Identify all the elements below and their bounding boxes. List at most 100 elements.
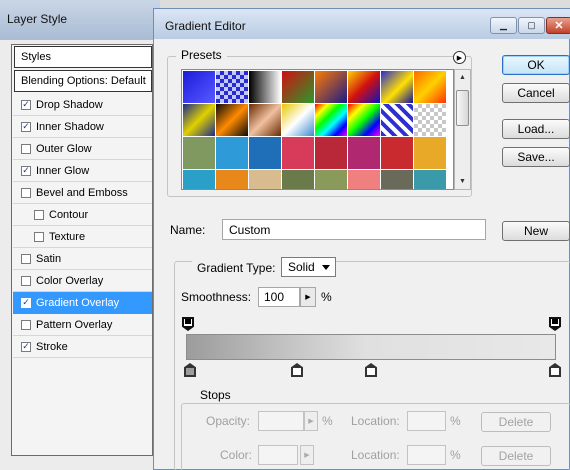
checkbox-checked-icon[interactable]: ✓ [21, 99, 31, 110]
opacity-input[interactable] [258, 411, 304, 431]
preset-swatch[interactable] [249, 170, 281, 189]
style-item-label: Texture [49, 230, 86, 243]
save-button[interactable]: Save... [502, 147, 570, 167]
preset-swatch[interactable] [282, 71, 314, 103]
style-item[interactable]: Satin [13, 248, 152, 270]
preset-swatch[interactable] [249, 71, 281, 103]
color-delete-button[interactable]: Delete [481, 446, 551, 466]
preset-swatch[interactable] [315, 104, 347, 136]
preset-swatch[interactable] [315, 170, 347, 189]
gradient-preview-bar[interactable] [186, 334, 556, 360]
opacity-delete-button[interactable]: Delete [481, 412, 551, 432]
style-item[interactable]: Pattern Overlay [13, 314, 152, 336]
preset-swatch[interactable] [216, 71, 248, 103]
preset-swatch[interactable] [282, 137, 314, 169]
layer-style-titlebar[interactable]: Layer Style [0, 0, 160, 40]
style-item[interactable]: Bevel and Emboss [13, 182, 152, 204]
preset-swatch[interactable] [414, 170, 446, 189]
scroll-thumb[interactable] [456, 90, 469, 126]
preset-swatch[interactable] [216, 104, 248, 136]
presets-scrollbar[interactable]: ▲ ▼ [454, 69, 471, 190]
scroll-up-icon[interactable]: ▲ [455, 70, 470, 85]
name-input[interactable]: Custom [222, 219, 486, 240]
preset-swatch[interactable] [183, 137, 215, 169]
style-item[interactable]: ✓ Drop Shadow [13, 94, 152, 116]
minimize-button[interactable]: ▁ [490, 17, 517, 34]
checkbox-icon[interactable] [21, 143, 31, 154]
preset-swatch[interactable] [282, 170, 314, 189]
opacity-spin[interactable]: ▶ [304, 411, 318, 431]
preset-swatch[interactable] [315, 137, 347, 169]
color-swatch-input[interactable] [258, 445, 298, 465]
opacity-location-input[interactable] [407, 411, 446, 431]
cancel-button[interactable]: Cancel [502, 83, 570, 103]
checkbox-checked-icon[interactable]: ✓ [21, 297, 31, 308]
preset-swatch[interactable] [183, 71, 215, 103]
close-button[interactable]: ✕ [546, 17, 570, 34]
style-item[interactable]: Texture [13, 226, 152, 248]
preset-swatch[interactable] [348, 170, 380, 189]
opacity-location-percent: % [450, 414, 461, 428]
cancel-label: Cancel [517, 86, 555, 100]
opacity-delete-label: Delete [498, 415, 534, 429]
scroll-down-icon[interactable]: ▼ [455, 174, 470, 189]
smoothness-input[interactable]: 100 [258, 287, 300, 307]
preset-swatch[interactable] [183, 104, 215, 136]
preset-swatch[interactable] [381, 104, 413, 136]
preset-swatch[interactable] [249, 104, 281, 136]
preset-swatch[interactable] [348, 137, 380, 169]
color-location-percent: % [450, 448, 461, 462]
preset-swatch[interactable] [216, 170, 248, 189]
preset-swatch[interactable] [216, 137, 248, 169]
preset-swatch[interactable] [315, 71, 347, 103]
preset-swatch[interactable] [249, 137, 281, 169]
color-location-input[interactable] [407, 445, 446, 465]
color-spin[interactable]: ▶ [300, 445, 314, 465]
maximize-button[interactable]: ▢ [518, 17, 545, 34]
style-item[interactable]: Outer Glow [13, 138, 152, 160]
checkbox-icon[interactable] [21, 253, 31, 264]
gradient-editor-titlebar[interactable]: Gradient Editor ▁ ▢ ✕ [154, 9, 570, 39]
arrow-right-icon: ▶ [308, 418, 314, 425]
new-button[interactable]: New [502, 221, 570, 241]
checkbox-icon[interactable] [21, 187, 31, 198]
preset-swatch[interactable] [414, 137, 446, 169]
style-item[interactable]: ✓ Gradient Overlay [13, 292, 152, 314]
preset-swatch[interactable] [414, 104, 446, 136]
smoothness-slider-button[interactable]: ▶ [300, 287, 316, 307]
gradient-type-value: Solid [288, 260, 315, 274]
checkbox-checked-icon[interactable]: ✓ [21, 165, 31, 176]
maximize-icon: ▢ [527, 20, 536, 30]
presets-menu-button[interactable]: ▶ [453, 51, 466, 64]
checkbox-icon[interactable] [34, 209, 44, 220]
style-item[interactable]: ✓ Stroke [13, 336, 152, 358]
checkbox-checked-icon[interactable]: ✓ [21, 341, 31, 352]
style-item[interactable]: Color Overlay [13, 270, 152, 292]
blending-options-item[interactable]: Blending Options: Default [14, 70, 152, 92]
styles-header[interactable]: Styles [14, 46, 152, 68]
styles-list: Styles Blending Options: Default ✓ Drop S… [11, 44, 153, 456]
style-item-label: Inner Shadow [36, 120, 104, 133]
preset-swatch[interactable] [348, 104, 380, 136]
preset-swatch[interactable] [381, 170, 413, 189]
preset-swatch[interactable] [348, 71, 380, 103]
color-location-label: Location: [351, 448, 400, 462]
preset-swatch[interactable] [381, 137, 413, 169]
checkbox-checked-icon[interactable]: ✓ [21, 121, 31, 132]
style-item[interactable]: ✓ Inner Glow [13, 160, 152, 182]
save-label: Save... [517, 150, 555, 164]
preset-swatch[interactable] [183, 170, 215, 189]
checkbox-icon[interactable] [34, 231, 44, 242]
load-button[interactable]: Load... [502, 119, 570, 139]
gradient-type-select[interactable]: Solid [281, 257, 336, 277]
ok-button[interactable]: OK [502, 55, 570, 75]
checkbox-icon[interactable] [21, 275, 31, 286]
style-item[interactable]: Contour [13, 204, 152, 226]
checkbox-icon[interactable] [21, 319, 31, 330]
style-item-label: Contour [49, 208, 89, 221]
preset-swatch[interactable] [282, 104, 314, 136]
preset-swatch[interactable] [381, 71, 413, 103]
preset-swatch[interactable] [414, 71, 446, 103]
blending-options-label: Blending Options: Default [21, 75, 146, 87]
style-item[interactable]: ✓ Inner Shadow [13, 116, 152, 138]
